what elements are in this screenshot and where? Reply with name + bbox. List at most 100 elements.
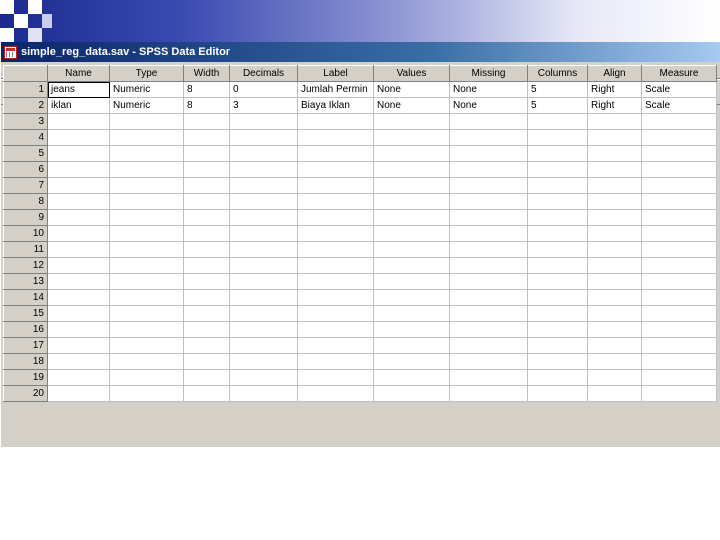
cell-width[interactable] <box>183 161 230 178</box>
cell-align[interactable] <box>587 289 642 306</box>
column-header-width[interactable]: Width <box>183 65 230 82</box>
cell-align[interactable] <box>587 385 642 402</box>
grid-corner[interactable] <box>3 65 48 82</box>
cell-label[interactable] <box>297 337 374 354</box>
cell-missing[interactable] <box>449 257 528 274</box>
cell-measure[interactable] <box>641 113 717 130</box>
cell-width[interactable] <box>183 193 230 210</box>
cell-type[interactable] <box>109 113 184 130</box>
cell-values[interactable] <box>373 145 450 162</box>
cell-missing[interactable] <box>449 273 528 290</box>
row-number[interactable]: 9 <box>3 209 48 226</box>
cell-measure[interactable] <box>641 193 717 210</box>
cell-columns[interactable] <box>527 369 588 386</box>
cell-decimals[interactable]: 0 <box>229 81 298 98</box>
cell-measure[interactable]: Scale <box>641 81 717 98</box>
cell-missing[interactable] <box>449 177 528 194</box>
cell-align[interactable] <box>587 209 642 226</box>
cell-name[interactable]: iklan <box>47 97 110 114</box>
cell-type[interactable] <box>109 257 184 274</box>
cell-decimals[interactable] <box>229 321 298 338</box>
cell-label[interactable] <box>297 177 374 194</box>
cell-missing[interactable]: None <box>449 81 528 98</box>
cell-decimals[interactable] <box>229 369 298 386</box>
cell-name[interactable] <box>47 321 110 338</box>
cell-decimals[interactable] <box>229 289 298 306</box>
cell-columns[interactable] <box>527 161 588 178</box>
cell-values[interactable] <box>373 225 450 242</box>
cell-values[interactable] <box>373 129 450 146</box>
cell-decimals[interactable] <box>229 145 298 162</box>
cell-type[interactable] <box>109 353 184 370</box>
row-number[interactable]: 2 <box>3 97 48 114</box>
row-number[interactable]: 8 <box>3 193 48 210</box>
cell-width[interactable] <box>183 385 230 402</box>
cell-values[interactable] <box>373 353 450 370</box>
cell-type[interactable] <box>109 385 184 402</box>
cell-columns[interactable] <box>527 225 588 242</box>
cell-type[interactable] <box>109 273 184 290</box>
cell-align[interactable]: Right <box>587 97 642 114</box>
cell-columns[interactable] <box>527 257 588 274</box>
cell-width[interactable] <box>183 305 230 322</box>
cell-missing[interactable] <box>449 337 528 354</box>
cell-name[interactable] <box>47 225 110 242</box>
column-header-label[interactable]: Label <box>297 65 374 82</box>
cell-width[interactable] <box>183 209 230 226</box>
cell-label[interactable] <box>297 289 374 306</box>
cell-measure[interactable] <box>641 353 717 370</box>
cell-type[interactable] <box>109 145 184 162</box>
cell-missing[interactable] <box>449 289 528 306</box>
cell-label[interactable] <box>297 225 374 242</box>
cell-align[interactable] <box>587 161 642 178</box>
column-header-missing[interactable]: Missing <box>449 65 528 82</box>
cell-missing[interactable] <box>449 145 528 162</box>
cell-label[interactable] <box>297 145 374 162</box>
cell-missing[interactable] <box>449 129 528 146</box>
row-number[interactable]: 4 <box>3 129 48 146</box>
cell-name[interactable] <box>47 209 110 226</box>
cell-columns[interactable] <box>527 193 588 210</box>
cell-align[interactable] <box>587 145 642 162</box>
cell-align[interactable] <box>587 129 642 146</box>
row-number[interactable]: 12 <box>3 257 48 274</box>
cell-missing[interactable]: None <box>449 97 528 114</box>
cell-label[interactable] <box>297 209 374 226</box>
cell-missing[interactable] <box>449 369 528 386</box>
cell-name[interactable] <box>47 113 110 130</box>
row-number[interactable]: 14 <box>3 289 48 306</box>
cell-columns[interactable] <box>527 321 588 338</box>
cell-measure[interactable] <box>641 241 717 258</box>
cell-missing[interactable] <box>449 161 528 178</box>
cell-columns[interactable] <box>527 305 588 322</box>
column-header-type[interactable]: Type <box>109 65 184 82</box>
row-number[interactable]: 16 <box>3 321 48 338</box>
cell-values[interactable]: None <box>373 81 450 98</box>
cell-name[interactable] <box>47 193 110 210</box>
cell-missing[interactable] <box>449 353 528 370</box>
cell-decimals[interactable] <box>229 193 298 210</box>
cell-decimals[interactable]: 3 <box>229 97 298 114</box>
cell-label[interactable] <box>297 193 374 210</box>
cell-columns[interactable]: 5 <box>527 97 588 114</box>
cell-align[interactable] <box>587 225 642 242</box>
cell-columns[interactable] <box>527 241 588 258</box>
cell-measure[interactable] <box>641 289 717 306</box>
cell-type[interactable]: Numeric <box>109 81 184 98</box>
cell-columns[interactable] <box>527 385 588 402</box>
cell-width[interactable] <box>183 113 230 130</box>
cell-values[interactable] <box>373 337 450 354</box>
cell-label[interactable] <box>297 305 374 322</box>
cell-decimals[interactable] <box>229 209 298 226</box>
cell-measure[interactable] <box>641 369 717 386</box>
cell-decimals[interactable] <box>229 177 298 194</box>
row-number[interactable]: 3 <box>3 113 48 130</box>
cell-values[interactable] <box>373 369 450 386</box>
cell-label[interactable] <box>297 385 374 402</box>
cell-type[interactable] <box>109 161 184 178</box>
cell-missing[interactable] <box>449 385 528 402</box>
cell-decimals[interactable] <box>229 385 298 402</box>
cell-decimals[interactable] <box>229 129 298 146</box>
cell-width[interactable] <box>183 145 230 162</box>
cell-label[interactable] <box>297 353 374 370</box>
